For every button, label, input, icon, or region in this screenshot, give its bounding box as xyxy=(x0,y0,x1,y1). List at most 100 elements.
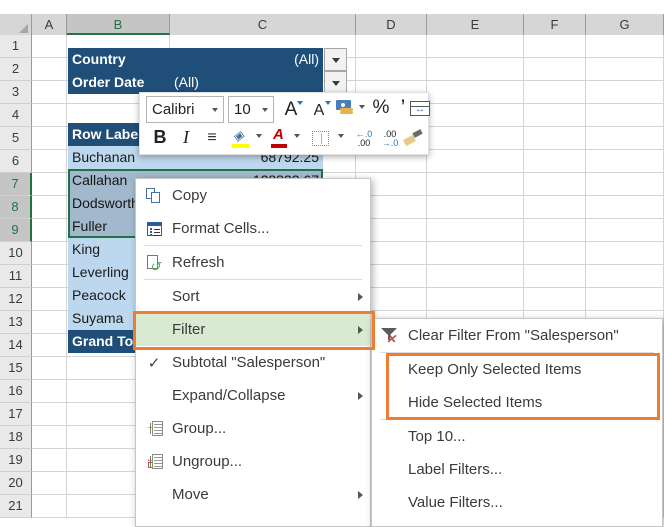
grid-cell[interactable] xyxy=(32,472,67,495)
grid-cell[interactable] xyxy=(524,150,586,173)
grid-cell[interactable] xyxy=(427,104,524,127)
increase-decimal-button[interactable]: .00 →.0 xyxy=(378,130,402,148)
grid-cell[interactable] xyxy=(427,265,524,288)
grid-cell[interactable] xyxy=(524,58,586,81)
row-header-18[interactable]: 18 xyxy=(0,426,32,449)
row-header-15[interactable]: 15 xyxy=(0,357,32,380)
grid-cell[interactable] xyxy=(586,127,664,150)
borders-chevron-down-icon[interactable] xyxy=(338,134,344,138)
submenu-item-top-10[interactable]: Top 10... xyxy=(372,420,662,453)
grid-cell[interactable] xyxy=(586,242,664,265)
grid-cell[interactable] xyxy=(32,81,67,104)
grid-cell[interactable] xyxy=(32,403,67,426)
grid-cell[interactable] xyxy=(427,219,524,242)
row-header-12[interactable]: 12 xyxy=(0,288,32,311)
column-header-c[interactable]: C xyxy=(170,14,356,35)
grid-cell[interactable] xyxy=(32,173,67,196)
grid-cell[interactable] xyxy=(586,35,664,58)
row-header-9[interactable]: 9 xyxy=(0,219,32,242)
column-header-g[interactable]: G xyxy=(586,14,664,35)
row-header-13[interactable]: 13 xyxy=(0,311,32,334)
menu-item-refresh[interactable]: ↺ Refresh xyxy=(136,246,370,279)
row-header-19[interactable]: 19 xyxy=(0,449,32,472)
grid-cell[interactable] xyxy=(586,150,664,173)
submenu-item-value-filters[interactable]: Value Filters... xyxy=(372,486,662,519)
shrink-font-button[interactable]: A xyxy=(306,97,332,124)
font-size-chevron-down-icon[interactable] xyxy=(257,107,273,112)
row-header-14[interactable]: 14 xyxy=(0,334,32,357)
row-header-11[interactable]: 11 xyxy=(0,265,32,288)
grid-cell[interactable] xyxy=(32,35,67,58)
grid-cell[interactable] xyxy=(32,150,67,173)
bold-button[interactable]: B xyxy=(150,128,170,146)
row-header-8[interactable]: 8 xyxy=(0,196,32,219)
column-header-e[interactable]: E xyxy=(427,14,524,35)
font-size-combo[interactable]: 10 xyxy=(228,96,274,123)
row-header-17[interactable]: 17 xyxy=(0,403,32,426)
grid-cell[interactable] xyxy=(586,196,664,219)
grid-cell[interactable] xyxy=(524,288,586,311)
row-header-4[interactable]: 4 xyxy=(0,104,32,127)
select-all-corner[interactable] xyxy=(0,14,32,35)
fill-color-chevron-down-icon[interactable] xyxy=(256,134,262,138)
row-header-21[interactable]: 21 xyxy=(0,495,32,518)
column-header-d[interactable]: D xyxy=(356,14,427,35)
pivot-context-menu[interactable]: Copy Format Cells... ↺ Refresh Sort Filter ✓ Su… xyxy=(135,178,371,527)
grid-cell[interactable] xyxy=(524,35,586,58)
grid-cell[interactable] xyxy=(427,242,524,265)
comma-style-button[interactable]: ’ xyxy=(395,97,411,118)
pivot-filter-dropdown-order-date[interactable] xyxy=(324,71,347,94)
submenu-item-label-filters[interactable]: Label Filters... xyxy=(372,453,662,486)
grid-cell[interactable] xyxy=(32,426,67,449)
format-painter-button[interactable] xyxy=(403,129,423,147)
menu-item-ungroup[interactable]: ← Ungroup... xyxy=(136,445,370,478)
wrap-text-button[interactable] xyxy=(410,101,430,116)
column-header-a[interactable]: A xyxy=(32,14,67,35)
grid-cell[interactable] xyxy=(586,104,664,127)
column-header-f[interactable]: F xyxy=(524,14,586,35)
grid-cell[interactable] xyxy=(32,449,67,472)
decrease-decimal-button[interactable]: ←.0 .00 xyxy=(352,130,376,148)
grid-cell[interactable] xyxy=(427,58,524,81)
grid-cell[interactable] xyxy=(32,127,67,150)
menu-item-sort[interactable]: Sort xyxy=(136,280,370,313)
percent-style-button[interactable]: % xyxy=(371,98,391,117)
grid-cell[interactable] xyxy=(586,81,664,104)
menu-item-move[interactable]: Move xyxy=(136,478,370,511)
submenu-item-keep-only[interactable]: Keep Only Selected Items xyxy=(372,353,662,386)
grow-font-button[interactable]: A xyxy=(278,96,304,123)
grid-cell[interactable] xyxy=(32,265,67,288)
grid-cell[interactable] xyxy=(32,219,67,242)
menu-item-expand[interactable]: Expand/Collapse xyxy=(136,379,370,412)
italic-button[interactable]: I xyxy=(178,128,194,146)
row-header-5[interactable]: 5 xyxy=(0,127,32,150)
grid-cell[interactable] xyxy=(586,288,664,311)
font-color-button[interactable]: A xyxy=(271,127,288,148)
font-name-chevron-down-icon[interactable] xyxy=(207,107,223,112)
font-name-combo[interactable]: Calibri xyxy=(146,96,224,123)
grid-cell[interactable] xyxy=(586,265,664,288)
grid-cell[interactable] xyxy=(586,173,664,196)
menu-item-group[interactable]: → Group... xyxy=(136,412,370,445)
row-header-3[interactable]: 3 xyxy=(0,81,32,104)
menu-item-filter[interactable]: Filter xyxy=(136,313,370,346)
row-header-10[interactable]: 10 xyxy=(0,242,32,265)
grid-cell[interactable] xyxy=(524,196,586,219)
grid-cell[interactable] xyxy=(32,58,67,81)
grid-cell[interactable] xyxy=(586,219,664,242)
grid-cell[interactable] xyxy=(32,104,67,127)
row-header-2[interactable]: 2 xyxy=(0,58,32,81)
grid-cell[interactable] xyxy=(32,242,67,265)
menu-item-copy[interactable]: Copy xyxy=(136,179,370,212)
grid-cell[interactable] xyxy=(586,58,664,81)
grid-cell[interactable] xyxy=(524,242,586,265)
grid-cell[interactable] xyxy=(32,334,67,357)
grid-cell[interactable] xyxy=(32,288,67,311)
fill-color-button[interactable]: ◈ xyxy=(232,128,251,148)
pivot-filter-dropdown-country[interactable] xyxy=(324,48,347,71)
mini-format-toolbar[interactable]: Calibri 10 A A % ’ ↔ B I ≡ ◈ A ←.0 .00 .… xyxy=(139,92,430,155)
menu-item-subtotal[interactable]: ✓ Subtotal "Salesperson" xyxy=(136,346,370,379)
grid-cell[interactable] xyxy=(356,58,427,81)
grid-cell[interactable] xyxy=(32,357,67,380)
grid-cell[interactable] xyxy=(356,35,427,58)
